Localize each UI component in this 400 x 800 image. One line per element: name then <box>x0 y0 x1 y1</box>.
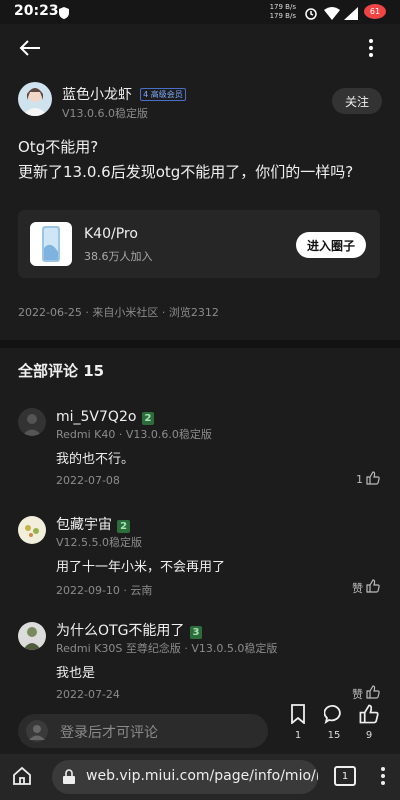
comment-item: 为什么OTG不能用了 3 Redmi K30S 至尊纪念版 · V13.0.5.… <box>0 620 400 708</box>
level-badge: 2 <box>117 520 131 533</box>
author-name[interactable]: 蓝色小龙虾 <box>62 87 132 103</box>
circle-name: K40/Pro <box>84 226 138 242</box>
url-bar[interactable]: web.vip.miui.com/page/info/mio/mi <box>52 760 318 794</box>
more-vertical-icon[interactable] <box>368 38 374 62</box>
member-badge: 4 高级会员 <box>140 88 186 101</box>
browser-toolbar: web.vip.miui.com/page/info/mio/mi 1 <box>0 754 400 800</box>
comments-title: 全部评论 15 <box>18 362 105 380</box>
circle-members: 38.6万人加入 <box>84 250 153 263</box>
thumbs-up-icon <box>366 470 380 489</box>
join-circle-button[interactable]: 进入圈子 <box>296 232 366 258</box>
back-arrow-icon[interactable] <box>18 38 42 62</box>
phone-thumbnail <box>30 222 72 266</box>
comment-like-button[interactable]: 赞 <box>352 578 380 597</box>
thumbs-up-icon <box>366 684 380 703</box>
post-title: Otg不能用? <box>18 138 99 156</box>
user-avatar-icon <box>26 720 48 746</box>
home-icon[interactable] <box>12 766 32 790</box>
thumbs-up-icon <box>366 578 380 597</box>
bookmark-icon <box>289 704 307 728</box>
commenter-avatar[interactable] <box>18 408 46 436</box>
browser-menu-icon[interactable] <box>380 766 386 790</box>
comment-item: mi_5V7Q2o 2 Redmi K40 · V13.0.6.0稳定版 我的也… <box>0 406 400 506</box>
signal-icon <box>344 5 358 24</box>
comment-like-button[interactable]: 1 <box>356 470 380 489</box>
author-version: V13.0.6.0稳定版 <box>62 107 149 120</box>
comment-bubble-icon <box>323 704 344 728</box>
battery-icon: 61 <box>364 4 386 19</box>
section-divider <box>0 340 400 348</box>
comment-bar: 登录后才可评论 1 15 9 <box>0 704 400 754</box>
shield-icon <box>58 5 70 24</box>
comment-text: 我也是 <box>56 666 96 681</box>
commenter-device: V12.5.5.0稳定版 <box>56 536 143 549</box>
url-text: web.vip.miui.com/page/info/mio/mi <box>86 768 318 784</box>
lock-icon <box>62 769 76 789</box>
post-section: 蓝色小龙虾 4 高级会员 V13.0.6.0稳定版 关注 Otg不能用? 更新了… <box>0 24 400 340</box>
comment-date: 2022-07-08 <box>56 474 120 487</box>
level-badge: 3 <box>189 626 203 639</box>
comment-text: 用了十一年小米，不会再用了 <box>56 560 226 575</box>
follow-button[interactable]: 关注 <box>332 88 382 114</box>
comments-section: 全部评论 15 mi_5V7Q2o 2 Redmi K40 · V13.0.6.… <box>0 348 400 708</box>
author-avatar[interactable] <box>18 82 52 116</box>
commenter-name[interactable]: 为什么OTG不能用了 <box>56 623 184 639</box>
tabs-button[interactable]: 1 <box>334 766 356 786</box>
status-bar: 20:23 179 B/s 179 B/s 61 <box>0 0 400 24</box>
commenter-device: Redmi K30S 至尊纪念版 · V13.0.5.0稳定版 <box>56 642 278 655</box>
author-info: 蓝色小龙虾 4 高级会员 V13.0.6.0稳定版 <box>62 84 186 121</box>
comment-like-button[interactable]: 赞 <box>352 684 380 703</box>
comment-date: 2022-07-24 <box>56 688 120 701</box>
status-time: 20:23 <box>14 3 59 19</box>
commenter-device: Redmi K40 · V13.0.6.0稳定版 <box>56 428 212 441</box>
bookmark-button[interactable]: 1 <box>286 704 310 741</box>
post-body: 更新了13.0.6后发现otg不能用了，你们的一样吗? <box>18 163 354 181</box>
commenter-avatar[interactable] <box>18 622 46 650</box>
comment-placeholder: 登录后才可评论 <box>60 725 158 741</box>
comment-date: 2022-09-10 · 云南 <box>56 584 153 597</box>
comment-text: 我的也不行。 <box>56 452 135 467</box>
level-badge: 2 <box>141 412 155 425</box>
post-meta: 2022-06-25 · 来自小米社区 · 浏览2312 <box>18 306 219 319</box>
wifi-icon <box>324 5 340 24</box>
commenter-name[interactable]: mi_5V7Q2o <box>56 409 136 425</box>
network-speed: 179 B/s 179 B/s <box>269 3 296 20</box>
comment-item: 包藏宇宙 2 V12.5.5.0稳定版 用了十一年小米，不会再用了 2022-0… <box>0 514 400 614</box>
comment-input[interactable]: 登录后才可评论 <box>18 714 268 748</box>
circle-card[interactable]: K40/Pro 38.6万人加入 进入圈子 <box>18 210 380 278</box>
thumbs-up-icon <box>359 704 379 728</box>
comments-button[interactable]: 15 <box>321 704 347 741</box>
commenter-avatar[interactable] <box>18 516 46 544</box>
commenter-name[interactable]: 包藏宇宙 <box>56 517 112 533</box>
like-button[interactable]: 9 <box>356 704 382 741</box>
alarm-icon <box>304 5 318 24</box>
